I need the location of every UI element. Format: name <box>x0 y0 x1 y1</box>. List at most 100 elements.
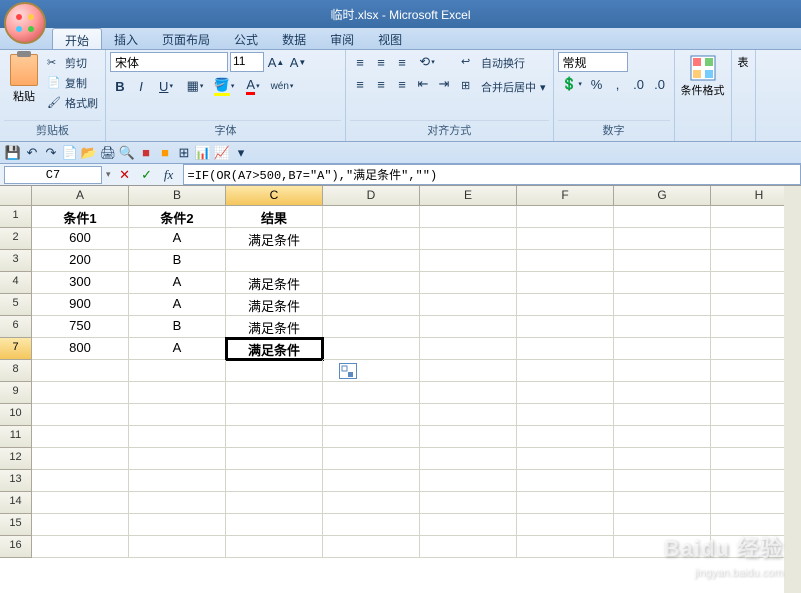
cell-C15[interactable] <box>226 514 323 536</box>
cell-A5[interactable]: 900 <box>32 294 129 316</box>
row-header-5[interactable]: 5 <box>0 294 32 316</box>
cell-B6[interactable]: B <box>129 316 226 338</box>
cell-E1[interactable] <box>420 206 517 228</box>
column-header-G[interactable]: G <box>614 186 711 206</box>
conditional-format-button[interactable]: 条件格式 <box>679 52 727 139</box>
indent-increase-button[interactable]: ⇥ <box>434 74 454 94</box>
cell-G9[interactable] <box>614 382 711 404</box>
cell-D1[interactable] <box>323 206 420 228</box>
qat-undo-button[interactable]: ↶ <box>23 144 41 162</box>
qat-more[interactable]: ▾ <box>232 144 250 162</box>
cell-C3[interactable] <box>226 250 323 272</box>
row-header-15[interactable]: 15 <box>0 514 32 536</box>
cell-C12[interactable] <box>226 448 323 470</box>
font-name-combo[interactable]: 宋体 <box>110 52 228 72</box>
cell-B15[interactable] <box>129 514 226 536</box>
align-left-button[interactable]: ≡ <box>350 74 370 94</box>
fill-color-button[interactable]: 🪣▾ <box>210 76 238 96</box>
cell-E8[interactable] <box>420 360 517 382</box>
cell-D15[interactable] <box>323 514 420 536</box>
cell-A2[interactable]: 600 <box>32 228 129 250</box>
cell-D13[interactable] <box>323 470 420 492</box>
qat-save-button[interactable]: 💾 <box>4 144 22 162</box>
tab-页面布局[interactable]: 页面布局 <box>150 28 222 49</box>
cell-B9[interactable] <box>129 382 226 404</box>
row-header-14[interactable]: 14 <box>0 492 32 514</box>
cell-C14[interactable] <box>226 492 323 514</box>
cell-G14[interactable] <box>614 492 711 514</box>
tab-开始[interactable]: 开始 <box>52 28 102 49</box>
qat-open-button[interactable]: 📂 <box>80 144 98 162</box>
cell-B7[interactable]: A <box>129 338 226 360</box>
cell-G13[interactable] <box>614 470 711 492</box>
orientation-button[interactable]: ⟲▾ <box>413 52 441 72</box>
align-center-button[interactable]: ≡ <box>371 74 391 94</box>
cell-A7[interactable]: 800 <box>32 338 129 360</box>
cell-F9[interactable] <box>517 382 614 404</box>
cell-F6[interactable] <box>517 316 614 338</box>
cell-D10[interactable] <box>323 404 420 426</box>
cell-C10[interactable] <box>226 404 323 426</box>
shrink-font-button[interactable]: A▼ <box>288 52 308 72</box>
column-header-D[interactable]: D <box>323 186 420 206</box>
enter-formula-button[interactable]: ✓ <box>137 165 157 185</box>
qat-preview-button[interactable]: 🔍 <box>118 144 136 162</box>
qat-new-button[interactable]: 📄 <box>61 144 79 162</box>
select-all-button[interactable] <box>0 186 32 206</box>
formula-input[interactable]: =IF(OR(A7>500,B7="A"),"满足条件","") <box>183 164 801 185</box>
cell-B10[interactable] <box>129 404 226 426</box>
phonetic-button[interactable]: wén▾ <box>268 76 296 96</box>
tab-视图[interactable]: 视图 <box>366 28 414 49</box>
wrap-text-button[interactable]: ↩自动换行 <box>458 52 549 74</box>
grow-font-button[interactable]: A▲ <box>266 52 286 72</box>
cell-F10[interactable] <box>517 404 614 426</box>
cell-B5[interactable]: A <box>129 294 226 316</box>
copy-button[interactable]: 📄复制 <box>46 74 99 92</box>
cell-F2[interactable] <box>517 228 614 250</box>
cell-G7[interactable] <box>614 338 711 360</box>
cell-G12[interactable] <box>614 448 711 470</box>
cell-E2[interactable] <box>420 228 517 250</box>
cell-D6[interactable] <box>323 316 420 338</box>
format-table-button[interactable]: 表 <box>736 52 751 139</box>
tab-插入[interactable]: 插入 <box>102 28 150 49</box>
cell-C2[interactable]: 满足条件 <box>226 228 323 250</box>
cell-E4[interactable] <box>420 272 517 294</box>
cell-C4[interactable]: 满足条件 <box>226 272 323 294</box>
cell-C16[interactable] <box>226 536 323 558</box>
number-format-combo[interactable]: 常规 <box>558 52 628 72</box>
cell-E14[interactable] <box>420 492 517 514</box>
tab-数据[interactable]: 数据 <box>270 28 318 49</box>
column-header-A[interactable]: A <box>32 186 129 206</box>
cell-A1[interactable]: 条件1 <box>32 206 129 228</box>
cell-D4[interactable] <box>323 272 420 294</box>
row-header-1[interactable]: 1 <box>0 206 32 228</box>
qat-print-button[interactable]: 🖨 <box>99 144 117 162</box>
indent-decrease-button[interactable]: ⇤ <box>413 74 433 94</box>
cell-B1[interactable]: 条件2 <box>129 206 226 228</box>
cell-C11[interactable] <box>226 426 323 448</box>
cell-F16[interactable] <box>517 536 614 558</box>
row-header-7[interactable]: 7 <box>0 338 32 360</box>
row-header-10[interactable]: 10 <box>0 404 32 426</box>
cell-B11[interactable] <box>129 426 226 448</box>
cell-G5[interactable] <box>614 294 711 316</box>
cell-D12[interactable] <box>323 448 420 470</box>
cell-B2[interactable]: A <box>129 228 226 250</box>
cell-B13[interactable] <box>129 470 226 492</box>
align-bottom-button[interactable]: ≡ <box>392 52 412 72</box>
cell-A10[interactable] <box>32 404 129 426</box>
cell-A9[interactable] <box>32 382 129 404</box>
cell-E11[interactable] <box>420 426 517 448</box>
column-header-F[interactable]: F <box>517 186 614 206</box>
cell-A13[interactable] <box>32 470 129 492</box>
cell-F15[interactable] <box>517 514 614 536</box>
cell-G2[interactable] <box>614 228 711 250</box>
cell-F5[interactable] <box>517 294 614 316</box>
cell-E12[interactable] <box>420 448 517 470</box>
office-button[interactable] <box>4 2 46 44</box>
cell-E13[interactable] <box>420 470 517 492</box>
cell-C5[interactable]: 满足条件 <box>226 294 323 316</box>
column-header-C[interactable]: C <box>226 186 323 206</box>
cancel-formula-button[interactable]: ✕ <box>115 165 135 185</box>
